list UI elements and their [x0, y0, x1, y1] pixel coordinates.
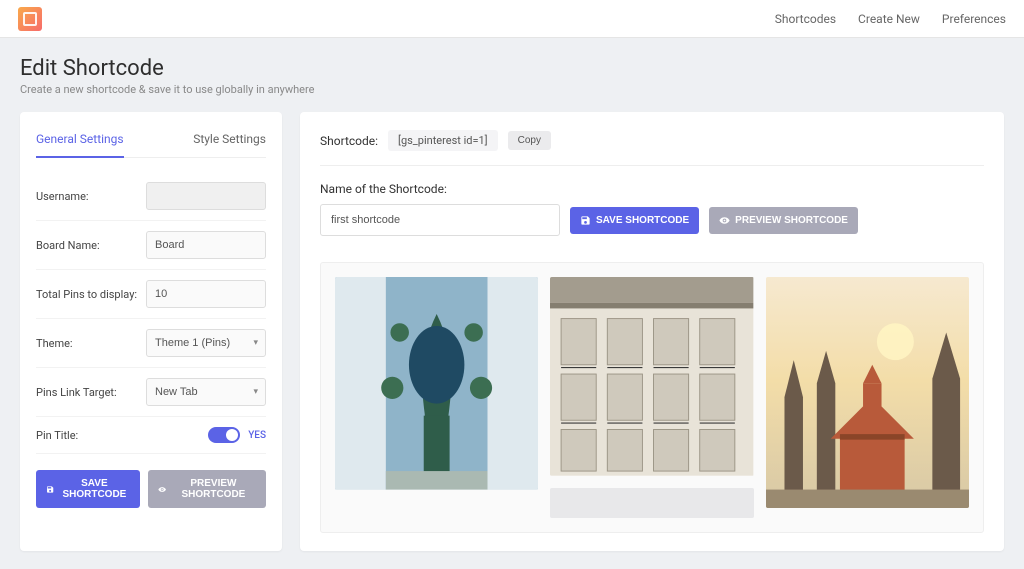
page-subtitle: Create a new shortcode & save it to use …: [20, 83, 1004, 96]
field-theme: Theme:: [36, 319, 266, 368]
preview-area: [320, 262, 984, 533]
pin-image: [550, 488, 753, 518]
save-button-label: SAVE SHORTCODE: [59, 478, 129, 500]
field-link-target: Pins Link Target:: [36, 368, 266, 417]
field-total-pins: Total Pins to display:: [36, 270, 266, 319]
name-label: Name of the Shortcode:: [320, 182, 984, 196]
link-target-select[interactable]: [146, 378, 266, 406]
copy-button[interactable]: Copy: [508, 131, 551, 150]
save-icon: [580, 215, 591, 226]
nav-create-new[interactable]: Create New: [858, 12, 920, 26]
save-icon: [46, 484, 54, 495]
pin-title-toggle-text: YES: [248, 430, 266, 441]
settings-tabs: General Settings Style Settings: [36, 126, 266, 158]
pin-image: [766, 277, 969, 508]
total-pins-input[interactable]: [146, 280, 266, 308]
field-username: Username:: [36, 172, 266, 221]
save-button-main[interactable]: SAVE SHORTCODE: [570, 207, 699, 234]
shortcode-label: Shortcode:: [320, 134, 378, 148]
top-nav: Shortcodes Create New Preferences: [775, 12, 1006, 26]
page-title: Edit Shortcode: [20, 56, 1004, 81]
pin-title-label: Pin Title:: [36, 429, 78, 442]
settings-panel: General Settings Style Settings Username…: [20, 112, 282, 551]
field-pin-title: Pin Title: YES: [36, 417, 266, 454]
field-board-name: Board Name:: [36, 221, 266, 270]
eye-icon: [719, 215, 730, 226]
theme-select[interactable]: [146, 329, 266, 357]
theme-label: Theme:: [36, 337, 73, 350]
eye-icon: [158, 484, 166, 495]
main-panel: Shortcode: [gs_pinterest id=1] Copy Name…: [300, 112, 1004, 551]
pin-image: [550, 277, 753, 476]
board-label: Board Name:: [36, 239, 100, 252]
top-bar: Shortcodes Create New Preferences: [0, 0, 1024, 38]
tab-general[interactable]: General Settings: [36, 126, 124, 158]
save-button-sidebar[interactable]: SAVE SHORTCODE: [36, 470, 140, 508]
shortcode-line: Shortcode: [gs_pinterest id=1] Copy: [320, 130, 984, 166]
preview-button-sidebar[interactable]: PREVIEW SHORTCODE: [148, 470, 267, 508]
nav-shortcodes[interactable]: Shortcodes: [775, 12, 836, 26]
shortcode-code: [gs_pinterest id=1]: [388, 130, 498, 151]
name-input[interactable]: [320, 204, 560, 236]
link-target-label: Pins Link Target:: [36, 386, 117, 399]
pin-image: [335, 277, 538, 490]
total-pins-label: Total Pins to display:: [36, 288, 137, 301]
save-button-label: SAVE SHORTCODE: [596, 215, 689, 226]
tab-style[interactable]: Style Settings: [193, 126, 266, 157]
logo-icon: [18, 7, 42, 31]
preview-button-main[interactable]: PREVIEW SHORTCODE: [709, 207, 858, 234]
nav-preferences[interactable]: Preferences: [942, 12, 1006, 26]
preview-button-label: PREVIEW SHORTCODE: [171, 478, 256, 500]
preview-button-label: PREVIEW SHORTCODE: [735, 215, 848, 226]
board-input[interactable]: [146, 231, 266, 259]
username-input[interactable]: [146, 182, 266, 210]
pin-title-toggle[interactable]: [208, 427, 240, 443]
username-label: Username:: [36, 190, 89, 203]
